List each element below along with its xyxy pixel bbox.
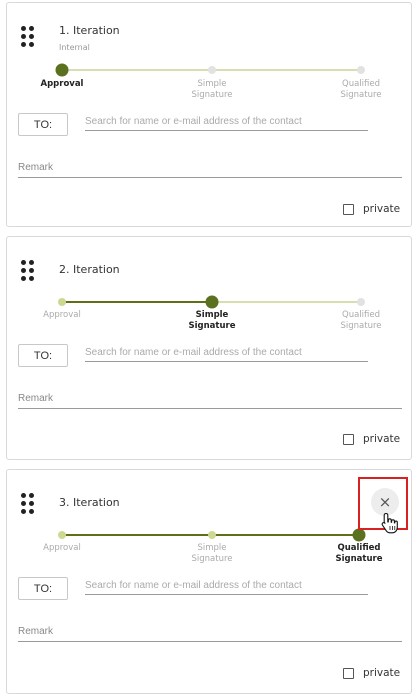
- close-button-highlight: ×: [358, 477, 408, 534]
- step-approval-node[interactable]: [58, 530, 66, 539]
- step-simple-signature-label: Simple Signature: [188, 310, 236, 331]
- to-button[interactable]: TO:: [18, 344, 68, 367]
- step-simple-signature-label: Simple Signature: [191, 79, 233, 100]
- iteration-title: 3. Iteration: [59, 496, 120, 509]
- step-qualified-signature-label: Qualified Signature: [340, 310, 382, 331]
- step-qualified-signature-label: Qualified Signature: [335, 543, 383, 564]
- step-approval-label: Approval: [43, 543, 81, 553]
- step-approval-node[interactable]: [58, 297, 66, 306]
- drag-handle-icon[interactable]: [21, 26, 37, 48]
- iteration-title: 2. Iteration: [59, 263, 120, 276]
- iteration-card-1: 1. Iteration Internal Approval Simple Si…: [6, 2, 412, 227]
- drag-handle-icon[interactable]: [21, 493, 37, 515]
- remark-field[interactable]: [18, 622, 402, 642]
- iteration-title: 1. Iteration: [59, 24, 120, 37]
- close-icon: ×: [378, 493, 392, 511]
- remark-field[interactable]: [18, 158, 402, 178]
- step-approval-label: Approval: [40, 79, 84, 89]
- remark-field[interactable]: [18, 389, 402, 409]
- step-qualified-signature-label: Qualified Signature: [340, 79, 382, 100]
- private-checkbox[interactable]: [343, 668, 354, 679]
- step-simple-signature-label: Simple Signature: [191, 543, 233, 564]
- private-label: private: [363, 667, 401, 679]
- step-simple-signature-node[interactable]: [208, 65, 216, 74]
- contact-search-input[interactable]: [85, 113, 368, 131]
- private-checkbox[interactable]: [343, 204, 354, 215]
- iteration-card-3: 3. Iteration Approval Simple Signature Q…: [6, 469, 412, 694]
- private-checkbox[interactable]: [343, 434, 354, 445]
- hand-cursor-icon: [381, 512, 398, 534]
- step-approval-node[interactable]: [55, 63, 69, 76]
- iteration-card-2: 2. Iteration Approval Simple Signature Q…: [6, 236, 412, 460]
- step-simple-signature-node[interactable]: [205, 295, 219, 308]
- step-qualified-signature-node[interactable]: [357, 297, 365, 306]
- iteration-subtitle: Internal: [59, 43, 90, 52]
- step-simple-signature-node[interactable]: [208, 530, 216, 539]
- private-label: private: [363, 433, 401, 445]
- contact-search-input[interactable]: [85, 344, 368, 362]
- step-qualified-signature-node[interactable]: [357, 65, 365, 74]
- contact-search-input[interactable]: [85, 577, 368, 595]
- step-approval-label: Approval: [43, 310, 81, 320]
- private-label: private: [363, 203, 401, 215]
- to-button[interactable]: TO:: [18, 113, 68, 136]
- to-button[interactable]: TO:: [18, 577, 68, 600]
- drag-handle-icon[interactable]: [21, 260, 37, 282]
